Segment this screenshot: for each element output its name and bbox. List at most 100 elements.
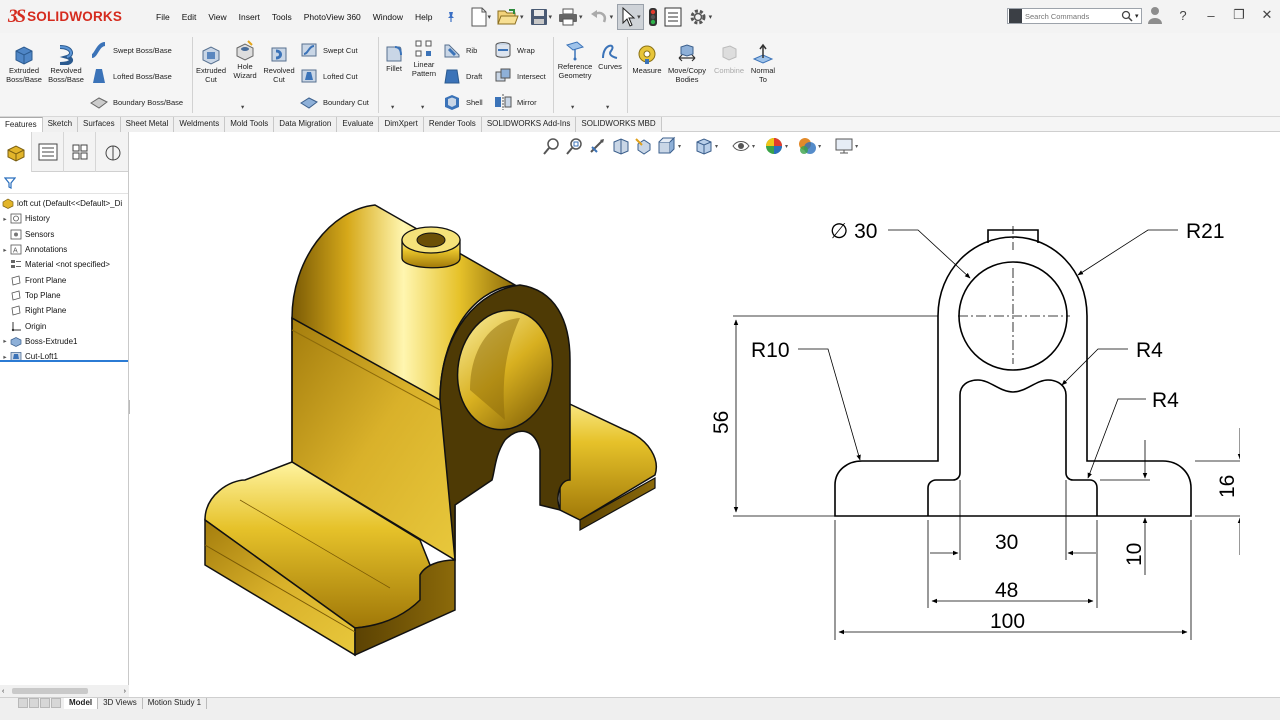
search-commands[interactable]: ▾	[1007, 8, 1142, 24]
close-icon[interactable]: ✕	[1260, 7, 1274, 23]
normal-to-button[interactable]: Normal To	[746, 43, 780, 84]
search-icon[interactable]	[1121, 10, 1133, 22]
file-properties-button[interactable]	[662, 4, 684, 30]
options-button[interactable]: ▾	[686, 4, 715, 30]
shell-button[interactable]: Shell	[443, 93, 483, 111]
tab-sheet-metal[interactable]: Sheet Metal	[120, 117, 175, 132]
next-tab-icon[interactable]	[40, 698, 50, 708]
hide-show-items-button[interactable]: ▾	[731, 136, 755, 156]
tab-evaluate[interactable]: Evaluate	[337, 117, 380, 132]
extruded-boss-button[interactable]: Extruded Boss/Base	[4, 43, 44, 84]
menu-edit[interactable]: Edit	[176, 12, 203, 22]
tab-mbd[interactable]: SOLIDWORKS MBD	[576, 117, 662, 132]
fillet-caret[interactable]: ▾	[391, 103, 394, 111]
swept-boss-button[interactable]: Swept Boss/Base	[90, 41, 172, 59]
tab-weldments[interactable]: Weldments	[174, 117, 226, 132]
tab-3d-views[interactable]: 3D Views	[98, 698, 143, 709]
tree-item-right-plane[interactable]: Right Plane	[0, 303, 128, 318]
extruded-cut-button[interactable]: Extruded Cut	[193, 43, 229, 84]
new-document-button[interactable]: ▾	[469, 4, 494, 30]
zoom-to-fit-icon[interactable]	[542, 136, 562, 156]
rebuild-button[interactable]	[646, 4, 660, 30]
tab-dimxpert[interactable]: DimXpert	[379, 117, 424, 132]
hole-wizard-button[interactable]: Hole Wizard	[229, 39, 261, 80]
tree-item-material[interactable]: Material <not specified>	[0, 257, 128, 272]
linear-pattern-caret[interactable]: ▾	[421, 103, 424, 111]
dynamic-annotation-icon[interactable]	[634, 136, 654, 156]
search-input[interactable]	[1025, 11, 1121, 21]
tree-item-history[interactable]: ▸ History	[0, 211, 128, 226]
hole-wizard-caret[interactable]: ▾	[241, 103, 244, 111]
draft-button[interactable]: Draft	[443, 67, 482, 85]
reference-geometry-caret[interactable]: ▾	[571, 103, 574, 111]
search-dropdown-icon[interactable]: ▾	[1135, 12, 1139, 20]
save-button[interactable]: ▾	[528, 4, 555, 30]
tree-item-boss-extrude1[interactable]: ▸ Boss-Extrude1	[0, 334, 128, 349]
section-view-icon[interactable]	[611, 136, 631, 156]
tree-item-front-plane[interactable]: Front Plane	[0, 272, 128, 287]
tab-addins[interactable]: SOLIDWORKS Add-Ins	[481, 117, 577, 132]
revolved-cut-button[interactable]: Revolved Cut	[261, 43, 297, 84]
previous-view-icon[interactable]	[588, 136, 608, 156]
rib-button[interactable]: Rib	[443, 41, 477, 59]
minimize-icon[interactable]: –	[1204, 8, 1218, 23]
tree-item-origin[interactable]: Origin	[0, 318, 128, 333]
menu-view[interactable]: View	[202, 12, 232, 22]
zoom-to-area-icon[interactable]	[565, 136, 585, 156]
menu-photoview[interactable]: PhotoView 360	[298, 12, 367, 22]
expand-icon[interactable]: ▸	[0, 215, 10, 223]
linear-pattern-button[interactable]: Linear Pattern	[408, 39, 440, 78]
tab-model[interactable]: Model	[64, 698, 99, 709]
menu-insert[interactable]: Insert	[233, 12, 266, 22]
open-button[interactable]: ▾	[495, 4, 526, 30]
lofted-cut-button[interactable]: Lofted Cut	[300, 67, 358, 85]
dimxpert-manager-tab[interactable]	[96, 132, 128, 172]
boundary-cut-button[interactable]: Boundary Cut	[300, 93, 369, 111]
tab-sketch[interactable]: Sketch	[42, 117, 79, 132]
mirror-button[interactable]: Mirror	[494, 93, 537, 111]
curves-caret[interactable]: ▾	[606, 103, 609, 111]
tree-rollback-bar[interactable]	[0, 360, 128, 362]
help-icon[interactable]: ?	[1176, 8, 1190, 23]
curves-button[interactable]: Curves	[596, 39, 624, 72]
graphics-area[interactable]: ▾ ▾ ▾ ▾ ▾ ▾ ∅ 30 R21 R10 R4 R4 30 48 100…	[130, 132, 1280, 697]
tab-surfaces[interactable]: Surfaces	[78, 117, 121, 132]
move-copy-bodies-button[interactable]: Move/Copy Bodies	[664, 43, 710, 84]
tab-mold-tools[interactable]: Mold Tools	[225, 117, 275, 132]
wrap-button[interactable]: Wrap	[494, 41, 535, 59]
expand-icon[interactable]: ▸	[0, 246, 10, 254]
restore-icon[interactable]: ❐	[1232, 7, 1246, 23]
previous-tab-icon[interactable]	[29, 698, 39, 708]
tree-item-annotations[interactable]: ▸ A Annotations	[0, 242, 128, 257]
pin-icon[interactable]	[445, 11, 457, 23]
scroll-thumb[interactable]	[12, 688, 88, 694]
edit-appearance-button[interactable]: ▾	[764, 136, 788, 156]
tree-filter[interactable]	[0, 172, 128, 194]
tab-features[interactable]: Features	[0, 117, 43, 132]
menu-window[interactable]: Window	[367, 12, 409, 22]
last-tab-icon[interactable]	[51, 698, 61, 708]
tab-data-migration[interactable]: Data Migration	[274, 117, 338, 132]
view-orientation-button[interactable]: ▾	[657, 136, 681, 156]
view-settings-button[interactable]: ▾	[834, 136, 858, 156]
menu-help[interactable]: Help	[409, 12, 438, 22]
configuration-manager-tab[interactable]	[64, 132, 97, 172]
scroll-right-icon[interactable]: ›	[124, 688, 126, 695]
tab-render-tools[interactable]: Render Tools	[423, 117, 482, 132]
revolved-boss-button[interactable]: Revolved Boss/Base	[46, 43, 86, 84]
expand-icon[interactable]: ▸	[0, 337, 10, 345]
app-logo[interactable]: 3S SOLIDWORKS	[0, 6, 135, 28]
tree-horizontal-scrollbar[interactable]: ‹ ›	[0, 685, 129, 697]
apply-scene-button[interactable]: ▾	[797, 136, 821, 156]
swept-cut-button[interactable]: Swept Cut	[300, 41, 358, 59]
display-style-button[interactable]: ▾	[694, 136, 718, 156]
measure-button[interactable]: Measure	[630, 43, 664, 76]
part-3d-model[interactable]	[200, 200, 660, 660]
reference-geometry-button[interactable]: Reference Geometry	[555, 39, 595, 80]
intersect-button[interactable]: Intersect	[494, 67, 546, 85]
lofted-boss-button[interactable]: Lofted Boss/Base	[90, 67, 172, 85]
property-manager-tab[interactable]	[32, 132, 65, 172]
menu-file[interactable]: File	[150, 12, 176, 22]
print-button[interactable]: ▾	[556, 4, 585, 30]
feature-tree-tab[interactable]	[0, 132, 33, 172]
